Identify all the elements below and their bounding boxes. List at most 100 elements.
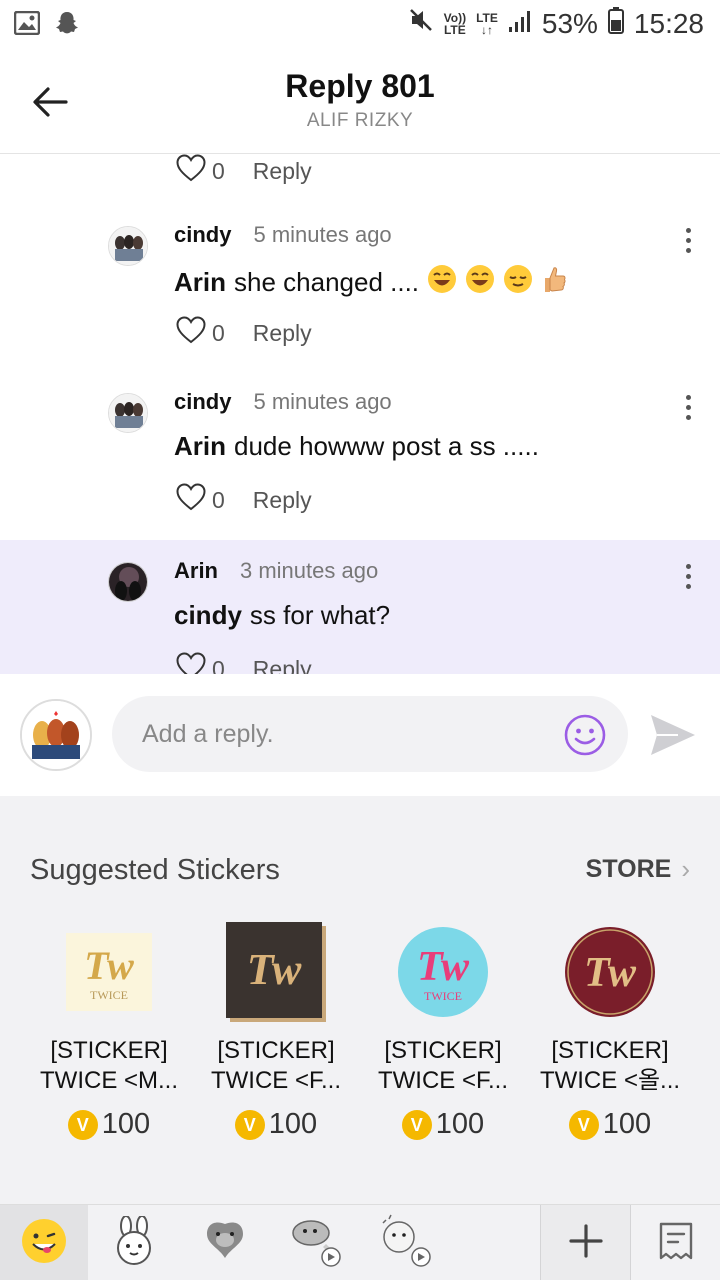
comment-body: ss for what? [249,600,391,630]
more-options-icon[interactable] [682,564,694,594]
emoji-face-icon [20,1217,68,1270]
more-options-icon[interactable] [682,395,694,425]
reply-link[interactable]: Reply [253,487,312,514]
heart-icon[interactable] [176,154,206,188]
like-count: 0 [212,486,225,513]
comment-body: she changed .... [234,267,420,297]
tab-animated-sticker-2[interactable] [360,1205,450,1280]
comment-actions: 0 Reply [176,316,312,350]
avatar[interactable] [108,226,148,266]
reply-link[interactable]: Reply [253,320,312,347]
comment-body: dude howww post a ss ..... [234,431,539,461]
like-count: 0 [212,157,225,184]
battery-percent: 53% [541,7,598,39]
suggested-stickers-title: Suggested Stickers [30,854,280,886]
status-bar: Vo)) LTE LTE ↓↑ 53% 15:28 [0,0,720,50]
coin-icon: V [401,1109,432,1140]
more-options-icon[interactable] [682,228,694,258]
reply-bar [0,674,720,796]
mention[interactable]: cindy [174,600,242,631]
sticker-name: TWICE <F... [210,1067,341,1094]
comment-list[interactable]: 0 Reply cindy 5 minutes ago Arin she cha… [0,154,720,674]
svg-text:Tw: Tw [84,943,134,988]
sticker-tab-bar [0,1204,720,1280]
bunny-sticker-icon [110,1214,158,1271]
comment-author[interactable]: Arin [174,558,218,584]
mute-icon [408,7,434,40]
comment-text: Arin she changed .... [174,264,567,301]
page-subtitle: ALIF RIZKY [306,110,414,131]
tab-animated-sticker[interactable] [270,1205,360,1280]
snapchat-icon [54,10,80,41]
mention[interactable]: Arin [174,267,226,298]
comment-time: 3 minutes ago [240,558,379,583]
add-icon [568,1223,604,1264]
mention[interactable]: Arin [174,431,226,462]
my-avatar[interactable] [20,699,92,771]
sticker-thumbnail: Tw [226,922,326,1022]
comment-author[interactable]: cindy [174,222,231,248]
comment-text: cindy ss for what? [174,600,390,631]
emoji-picker-icon[interactable] [564,714,606,756]
heart-icon[interactable] [176,652,206,674]
sticker-price: V 100 [26,1108,192,1141]
bear-sticker-icon [201,1216,249,1271]
add-sticker-button[interactable] [540,1205,630,1280]
sticker-thumbnail: Tw TWICE [393,922,493,1022]
signal-icon [508,8,532,40]
tab-emoji[interactable] [0,1205,88,1280]
store-label: STORE [585,855,672,883]
sticker-list-button[interactable] [630,1205,720,1280]
heart-icon[interactable] [176,483,206,517]
coin-icon: V [568,1109,599,1140]
price-value: 100 [101,1108,151,1140]
tab-bunny-sticker[interactable] [88,1205,180,1280]
animated-sticker-icon [285,1213,345,1274]
coin-icon: V [234,1109,265,1140]
sticker-panel: Suggested Stickers STORE › Tw TWICE [STIC… [0,796,720,1204]
comment-actions: 0 Reply [176,652,312,674]
gallery-icon [13,10,41,40]
like-count: 0 [212,319,225,346]
heart-icon[interactable] [176,316,206,350]
page-title: Reply 801 [285,68,435,104]
sticker-thumbnail: Tw [560,922,660,1022]
sticker-price: V 100 [527,1108,693,1141]
tab-bear-sticker[interactable] [180,1205,270,1280]
volte-indicator: Vo)) LTE [443,10,467,37]
comment-author[interactable]: cindy [174,389,231,415]
comment-time: 5 minutes ago [253,389,392,414]
reply-link[interactable]: Reply [253,656,312,675]
avatar[interactable] [108,393,148,433]
svg-text:TWICE: TWICE [424,989,462,1003]
sticker-name: [STICKER] [50,1037,168,1064]
sticker-item[interactable]: Tw [STICKER] TWICE <올... V 100 [527,922,693,1141]
reply-link[interactable]: Reply [253,158,312,185]
price-value: 100 [435,1108,485,1140]
sticker-name: [STICKER] [384,1037,502,1064]
sticker-item[interactable]: Tw [STICKER] TWICE <F... V 100 [193,922,359,1141]
svg-text:Tw: Tw [417,944,470,990]
sticker-item[interactable]: Tw TWICE [STICKER] TWICE <F... V 100 [360,922,526,1141]
sticker-name: TWICE <F... [377,1067,508,1094]
comment-time: 5 minutes ago [253,222,392,247]
comment-actions: 0 Reply [176,483,312,517]
price-value: 100 [602,1108,652,1140]
battery-icon [607,6,624,41]
reply-input[interactable] [112,696,628,772]
coin-icon: V [67,1109,98,1140]
comment-actions: 0 Reply [176,154,312,188]
store-link[interactable]: STORE › [586,854,690,885]
sticker-item[interactable]: Tw TWICE [STICKER] TWICE <M... V 100 [26,922,192,1141]
comment-item-highlighted: Arin 3 minutes ago cindy ss for what? 0 … [0,540,720,674]
header: Reply 801 ALIF RIZKY [0,50,720,154]
avatar[interactable] [108,562,148,602]
price-value: 100 [268,1108,318,1140]
svg-text:Tw: Tw [584,950,637,996]
comment-item: cindy 5 minutes ago Arin dude howww post… [0,371,720,538]
comment-text: Arin dude howww post a ss ..... [174,431,539,462]
svg-text:TWICE: TWICE [90,988,128,1002]
send-icon[interactable] [648,712,698,758]
chevron-right-icon: › [681,854,690,884]
animated-sticker-icon [375,1213,435,1274]
